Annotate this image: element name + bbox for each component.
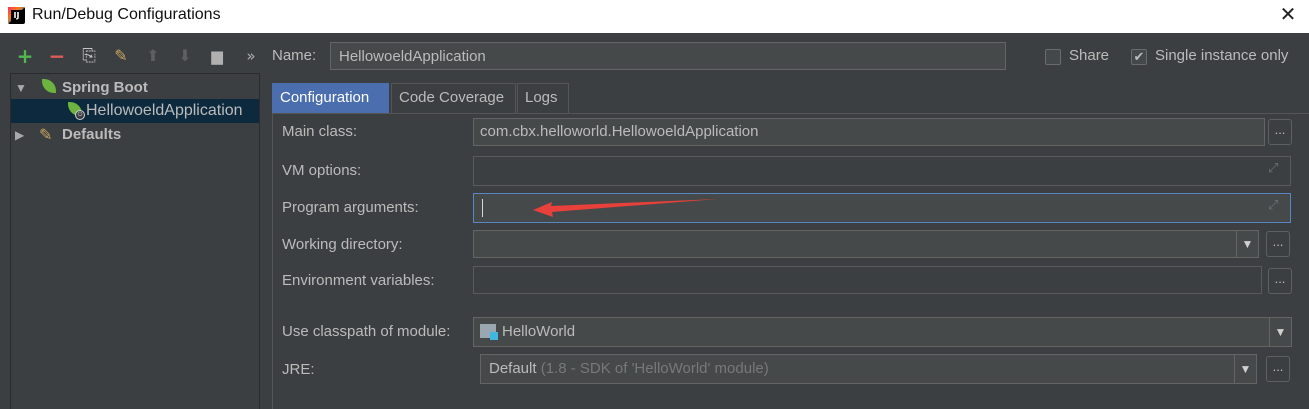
name-input[interactable] (330, 42, 1006, 70)
spring-boot-icon (41, 79, 59, 97)
environment-variables-browse-button[interactable]: ... (1268, 268, 1292, 294)
main-class-label: Main class: (282, 123, 358, 140)
spring-boot-app-icon: ⏻ (67, 102, 85, 120)
collapsed-arrow-icon[interactable]: ▶ (15, 123, 24, 147)
share-checkbox[interactable] (1045, 49, 1061, 65)
vm-options-label: VM options: (282, 162, 362, 179)
text-caret (482, 199, 483, 217)
dropdown-arrow-icon[interactable]: ▼ (1236, 231, 1258, 257)
expanded-arrow-icon[interactable]: ▼ (15, 76, 27, 100)
working-directory-label: Working directory: (282, 236, 403, 253)
dropdown-arrow-icon[interactable]: ▼ (1234, 355, 1256, 383)
tree-group-label: Spring Boot (62, 79, 148, 96)
classpath-module-value: HelloWorld (502, 323, 576, 340)
config-toolbar: + − ⎘ ✎ ⬆ ⬇ ▆ » (0, 40, 272, 72)
folder-icon[interactable]: ▆ (206, 45, 228, 67)
intellij-icon: IJ (8, 7, 25, 24)
module-icon (480, 324, 498, 340)
defaults-wrench-icon: ✎ (39, 125, 53, 144)
tree-item-hellowoeld-application[interactable]: ⏻ HellowoeldApplication (11, 99, 259, 123)
tree-item-label: HellowoeldApplication (86, 102, 243, 119)
wrench-icon[interactable]: ✎ (110, 45, 132, 67)
copy-icon[interactable]: ⎘ (78, 45, 100, 67)
share-label: Share (1069, 47, 1110, 64)
tab-logs[interactable]: Logs (517, 83, 569, 113)
jre-detail: (1.8 - SDK of 'HelloWorld' module) (540, 360, 769, 377)
single-instance-checkbox[interactable]: ✔ (1131, 49, 1147, 65)
remove-icon[interactable]: − (46, 45, 68, 67)
tree-group-defaults[interactable]: ▶ ✎ Defaults (11, 123, 259, 147)
classpath-module-label: Use classpath of module: (282, 323, 451, 340)
working-directory-browse-button[interactable]: ... (1266, 231, 1290, 257)
close-icon[interactable]: ✕ (1277, 4, 1299, 26)
dropdown-arrow-icon[interactable]: ▼ (1269, 318, 1291, 346)
environment-variables-label: Environment variables: (282, 272, 435, 289)
tree-defaults-label: Defaults (62, 126, 122, 143)
main-class-field[interactable]: com.cbx.helloworld.HellowoeldApplication (473, 118, 1265, 146)
jre-label: JRE: (282, 361, 315, 378)
configuration-tree: ▼ Spring Boot ⏻ HellowoeldApplication ▶ … (10, 73, 260, 409)
add-icon[interactable]: + (14, 45, 36, 67)
jre-value: Default (489, 360, 537, 377)
classpath-module-select[interactable]: HelloWorld ▼ (473, 317, 1292, 347)
tab-configuration[interactable]: Configuration (272, 83, 389, 113)
working-directory-field[interactable]: ▼ (473, 230, 1259, 258)
title-bar: IJ Run/Debug Configurations ✕ (0, 0, 1309, 33)
main-class-browse-button[interactable]: ... (1268, 119, 1292, 145)
single-instance-label: Single instance only (1155, 47, 1289, 64)
expand-icon[interactable]: ⤢ (1268, 161, 1284, 177)
tree-group-spring-boot[interactable]: ▼ Spring Boot (11, 76, 259, 100)
vm-options-field[interactable]: ⤢ (473, 156, 1291, 186)
app-icon-text: IJ (11, 10, 22, 21)
more-icon[interactable]: » (240, 45, 262, 67)
jre-browse-button[interactable]: ... (1266, 356, 1290, 382)
move-down-icon[interactable]: ⬇ (174, 45, 196, 67)
jre-select[interactable]: Default (1.8 - SDK of 'HelloWorld' modul… (480, 354, 1257, 384)
program-arguments-label: Program arguments: (282, 199, 419, 216)
tab-code-coverage[interactable]: Code Coverage (391, 83, 516, 113)
move-up-icon[interactable]: ⬆ (142, 45, 164, 67)
expand-icon[interactable]: ⤢ (1268, 198, 1284, 214)
window-title: Run/Debug Configurations (32, 6, 221, 23)
annotation-arrow (533, 199, 718, 217)
name-label: Name: (272, 47, 317, 64)
environment-variables-field[interactable] (473, 266, 1262, 294)
